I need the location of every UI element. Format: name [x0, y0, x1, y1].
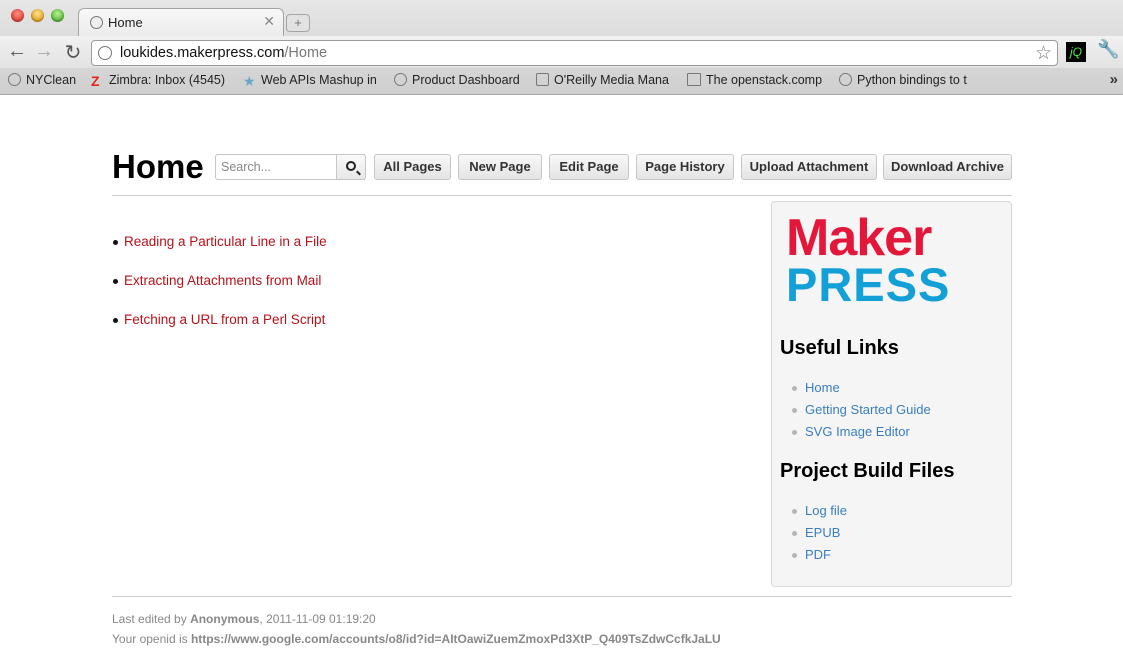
sidebar-link-log-file[interactable]: Log file — [805, 503, 847, 518]
bookmark-label: The openstack.comp — [706, 73, 823, 87]
star-icon: ★ — [243, 73, 256, 88]
new-page-button[interactable]: New Page — [458, 154, 542, 180]
download-archive-button[interactable]: Download Archive — [883, 154, 1012, 180]
url-host: loukides.makerpress.com — [120, 45, 285, 61]
document-icon — [687, 73, 701, 86]
back-arrow-icon[interactable]: ← — [6, 40, 28, 63]
list-item: Log file — [792, 503, 847, 525]
page-header: Home All Pages New Page Edit Page Page H… — [112, 148, 1012, 196]
jquery-extension-icon[interactable]: jQ — [1066, 42, 1086, 62]
content-link[interactable]: Fetching a URL from a Perl Script — [124, 312, 325, 327]
forward-arrow-icon[interactable]: → — [33, 40, 55, 63]
gear-icon — [536, 73, 549, 86]
openid-line: Your openid is https://www.google.com/ac… — [112, 632, 721, 646]
list-item: Getting Started Guide — [792, 402, 931, 424]
list-item: PDF — [792, 547, 847, 569]
search-button[interactable] — [336, 154, 366, 180]
globe-icon — [839, 73, 852, 86]
reload-icon[interactable]: ↻ — [62, 40, 84, 65]
bookmark-label: Web APIs Mashup in — [261, 73, 376, 87]
zimbra-icon: Z — [91, 73, 100, 88]
footer-label: Your openid is — [112, 632, 188, 646]
globe-icon — [394, 73, 407, 86]
list-item: Fetching a URL from a Perl Script — [112, 312, 327, 351]
bookmark-label: Product Dashboard — [412, 73, 520, 87]
browser-tab-home[interactable]: Home ✕ — [78, 8, 284, 36]
sidebar-link-getting-started[interactable]: Getting Started Guide — [805, 402, 931, 417]
useful-links-list: Home Getting Started Guide SVG Image Edi… — [792, 380, 931, 446]
upload-attachment-button[interactable]: Upload Attachment — [741, 154, 877, 180]
zoom-window-icon[interactable] — [51, 9, 64, 22]
sidebar-link-pdf[interactable]: PDF — [805, 547, 831, 562]
address-bar[interactable]: loukides.makerpress.com/Home ☆ — [91, 40, 1058, 66]
bookmark-star-icon[interactable]: ☆ — [1035, 42, 1052, 65]
tab-title: Home — [108, 15, 143, 30]
bookmarks-bar: NYClean Z Zimbra: Inbox (4545) ★ Web APIs … — [0, 68, 1123, 94]
bookmark-label: Zimbra: Inbox (4545) — [109, 73, 226, 87]
makerpress-logo-press: PRESS — [786, 258, 951, 311]
content-link[interactable]: Extracting Attachments from Mail — [124, 273, 321, 288]
bookmarks-overflow-icon[interactable]: » — [1110, 71, 1118, 88]
build-files-heading: Project Build Files — [780, 460, 955, 482]
useful-links-heading: Useful Links — [780, 337, 899, 359]
globe-icon — [90, 16, 103, 29]
bookmark-item[interactable]: Z Zimbra: Inbox (4545) — [91, 73, 231, 88]
build-files-list: Log file EPUB PDF — [792, 503, 847, 569]
sidebar-link-home[interactable]: Home — [805, 380, 840, 395]
wiki-page: Home All Pages New Page Edit Page Page H… — [112, 95, 1012, 671]
list-item: EPUB — [792, 525, 847, 547]
bookmark-item[interactable]: Python bindings to t — [839, 73, 976, 87]
bookmark-label: NYClean — [26, 73, 77, 87]
new-tab-button[interactable]: + — [286, 14, 310, 32]
globe-icon — [8, 73, 21, 86]
minimize-window-icon[interactable] — [31, 9, 44, 22]
last-edited-line: Last edited by Anonymous, 2011-11-09 01:… — [112, 612, 376, 626]
footer-label: Last edited by — [112, 612, 187, 626]
search-icon — [346, 161, 356, 171]
list-item: Extracting Attachments from Mail — [112, 273, 327, 312]
list-item: Reading a Particular Line in a File — [112, 234, 327, 273]
globe-icon — [98, 46, 112, 60]
list-item: Home — [792, 380, 931, 402]
bookmark-item[interactable]: O'Reilly Media Mana — [536, 73, 674, 87]
page-history-button[interactable]: Page History — [636, 154, 734, 180]
openid-value: https://www.google.com/accounts/o8/id?id… — [190, 632, 721, 646]
bookmark-label: O'Reilly Media Mana — [554, 73, 669, 87]
close-tab-icon[interactable]: ✕ — [263, 13, 275, 30]
bookmark-item[interactable]: The openstack.comp — [687, 73, 823, 87]
all-pages-button[interactable]: All Pages — [374, 154, 451, 180]
browser-toolbar: ← → ↻ loukides.makerpress.com/Home ☆ jQ … — [0, 36, 1123, 68]
bookmark-item[interactable]: NYClean — [8, 73, 78, 87]
url-path: /Home — [284, 45, 328, 61]
page-content-list: Reading a Particular Line in a File Extr… — [112, 234, 327, 351]
browser-chrome: Home ✕ + ← → ↻ loukides.makerpress.com/H… — [0, 0, 1123, 95]
sidebar-link-svg-editor[interactable]: SVG Image Editor — [805, 424, 910, 439]
list-item: SVG Image Editor — [792, 424, 931, 446]
editor-name: Anonymous — [190, 612, 260, 626]
edit-page-button[interactable]: Edit Page — [549, 154, 629, 180]
close-window-icon[interactable] — [11, 9, 24, 22]
sidebar: Maker PRESS Useful Links Home Getting St… — [771, 201, 1012, 587]
bookmark-item[interactable]: ★ Web APIs Mashup in — [243, 73, 376, 88]
page-title: Home — [112, 148, 204, 185]
bookmark-item[interactable]: Product Dashboard — [394, 73, 524, 87]
sidebar-link-epub[interactable]: EPUB — [805, 525, 840, 540]
wrench-icon[interactable]: 🔧 — [1097, 39, 1119, 60]
bookmark-label: Python bindings to t — [857, 73, 967, 87]
content-link[interactable]: Reading a Particular Line in a File — [124, 234, 327, 249]
tab-strip: Home ✕ + — [0, 0, 1123, 36]
page-footer: Last edited by Anonymous, 2011-11-09 01:… — [112, 596, 1012, 646]
address-url[interactable]: loukides.makerpress.com/Home — [120, 45, 327, 61]
edited-timestamp: , 2011-11-09 01:19:20 — [259, 612, 376, 626]
